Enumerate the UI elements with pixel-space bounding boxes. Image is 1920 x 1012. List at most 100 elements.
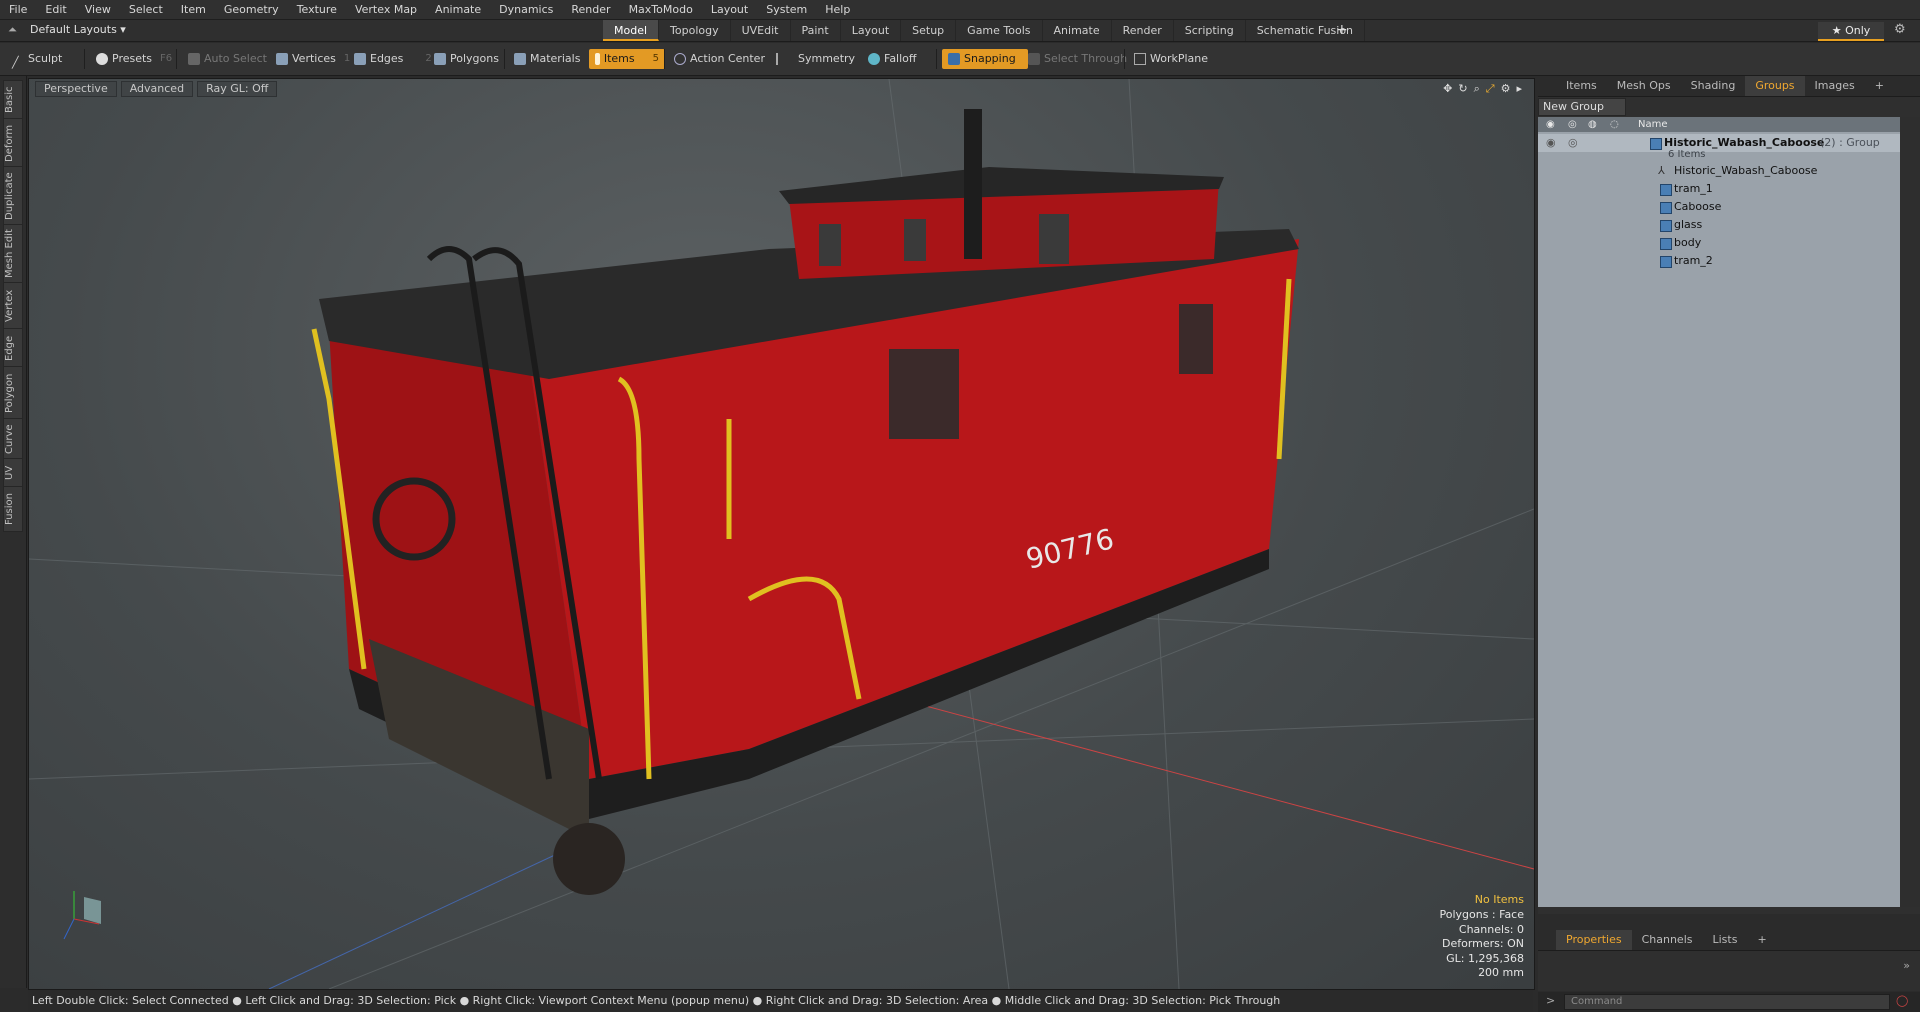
lock-column-icon[interactable]: ◎ bbox=[1568, 117, 1577, 132]
menu-select[interactable]: Select bbox=[120, 0, 172, 19]
add-tab-icon[interactable]: + bbox=[1336, 22, 1348, 38]
list-item-label: tram_1 bbox=[1674, 182, 1713, 195]
tab-paint[interactable]: Paint bbox=[791, 20, 841, 41]
shading-dropdown[interactable]: Advanced bbox=[120, 81, 194, 97]
vertices-button[interactable]: Vertices 1 bbox=[272, 49, 350, 69]
layout-collapse-icon[interactable]: ⏶ bbox=[8, 23, 17, 37]
presets-icon bbox=[96, 53, 108, 65]
tab-channels[interactable]: Channels bbox=[1632, 930, 1703, 950]
menu-file[interactable]: File bbox=[0, 0, 36, 19]
menu-dynamics[interactable]: Dynamics bbox=[490, 0, 562, 19]
layout-selector[interactable]: Default Layouts ▾ bbox=[30, 23, 126, 36]
presets-button[interactable]: Presets F6 bbox=[92, 49, 172, 69]
menu-help[interactable]: Help bbox=[816, 0, 859, 19]
view-type-dropdown[interactable]: Perspective bbox=[35, 81, 117, 97]
tab-animate[interactable]: Animate bbox=[1043, 20, 1112, 41]
tab-properties[interactable]: Properties bbox=[1556, 930, 1632, 950]
menu-vertex-map[interactable]: Vertex Map bbox=[346, 0, 426, 19]
tab-shading[interactable]: Shading bbox=[1681, 76, 1746, 96]
viewport-settings-icon[interactable]: ⚙ bbox=[1501, 82, 1511, 96]
expand-arrow-icon[interactable]: ▸ bbox=[1516, 82, 1522, 96]
items-button[interactable]: Items 5 bbox=[589, 49, 665, 69]
axis-gizmo-icon bbox=[63, 891, 101, 940]
list-item[interactable]: body bbox=[1538, 234, 1900, 252]
sculpt-button[interactable]: ╱ Sculpt bbox=[8, 49, 62, 69]
menu-edit[interactable]: Edit bbox=[36, 0, 75, 19]
tab-setup[interactable]: Setup bbox=[901, 20, 957, 41]
add-panel-tab-icon[interactable]: + bbox=[1865, 76, 1894, 96]
menu-animate[interactable]: Animate bbox=[426, 0, 490, 19]
expand-panel-icon[interactable]: » bbox=[1903, 959, 1910, 972]
snapping-button[interactable]: Snapping bbox=[942, 49, 1028, 69]
zoom-icon[interactable]: ⌕ bbox=[1474, 82, 1480, 96]
tab-render[interactable]: Render bbox=[1112, 20, 1174, 41]
falloff-icon bbox=[868, 53, 880, 65]
falloff-button[interactable]: Falloff bbox=[864, 49, 916, 69]
record-icon[interactable]: ◯ bbox=[1896, 994, 1908, 1007]
menu-system[interactable]: System bbox=[757, 0, 816, 19]
tab-uv[interactable]: UV bbox=[3, 458, 23, 488]
tab-lists[interactable]: Lists bbox=[1703, 930, 1748, 950]
command-input[interactable]: Command bbox=[1564, 994, 1890, 1010]
new-group-button[interactable]: New Group bbox=[1538, 98, 1626, 116]
list-item[interactable]: tram_1 bbox=[1538, 180, 1900, 198]
only-toggle-button[interactable]: ★ Only bbox=[1818, 22, 1884, 41]
rotate-icon[interactable]: ↻ bbox=[1458, 82, 1467, 96]
tab-layout[interactable]: Layout bbox=[841, 20, 902, 41]
list-item[interactable]: ⅄ Historic_Wabash_Caboose bbox=[1538, 162, 1900, 180]
fit-icon[interactable]: ⤢ bbox=[1486, 82, 1495, 96]
items-count: 5 bbox=[652, 53, 659, 64]
tab-images[interactable]: Images bbox=[1805, 76, 1865, 96]
materials-button[interactable]: Materials bbox=[510, 49, 580, 69]
raygl-toggle[interactable]: Ray GL: Off bbox=[197, 81, 278, 97]
tab-game-tools[interactable]: Game Tools bbox=[956, 20, 1043, 41]
add-props-tab-icon[interactable]: + bbox=[1747, 930, 1776, 950]
groups-list: ◉ ◎ ◍ ◌ Name ◉ ◎ Historic_Wabash_Caboose… bbox=[1538, 117, 1900, 907]
menu-geometry[interactable]: Geometry bbox=[215, 0, 288, 19]
tab-curve[interactable]: Curve bbox=[3, 418, 23, 460]
menu-texture[interactable]: Texture bbox=[288, 0, 346, 19]
tab-model[interactable]: Model bbox=[603, 20, 660, 41]
tab-groups[interactable]: Groups bbox=[1745, 76, 1805, 96]
tab-edge[interactable]: Edge bbox=[3, 328, 23, 368]
symmetry-button[interactable]: Symmetry bbox=[772, 49, 855, 69]
render-column-icon[interactable]: ◍ bbox=[1588, 117, 1597, 132]
tab-scripting[interactable]: Scripting bbox=[1174, 20, 1246, 41]
edges-button[interactable]: Edges 2 bbox=[350, 49, 432, 69]
tab-uvedit[interactable]: UVEdit bbox=[731, 20, 791, 41]
list-item[interactable]: Caboose bbox=[1538, 198, 1900, 216]
tab-duplicate[interactable]: Duplicate bbox=[3, 166, 23, 226]
menu-maxtomodo[interactable]: MaxToModo bbox=[620, 0, 702, 19]
list-item[interactable]: tram_2 bbox=[1538, 252, 1900, 270]
viewport-header: Perspective Advanced Ray GL: Off bbox=[35, 81, 278, 97]
menu-view[interactable]: View bbox=[76, 0, 120, 19]
vertices-icon bbox=[276, 53, 288, 65]
right-panel: Items Mesh Ops Shading Groups Images + N… bbox=[1538, 76, 1920, 914]
3d-viewport[interactable]: 90776 Perspective Advanced Ray GL: Off ✥… bbox=[28, 78, 1535, 990]
tab-polygon[interactable]: Polygon bbox=[3, 366, 23, 420]
gear-icon[interactable]: ⚙ bbox=[1894, 22, 1906, 37]
tab-deform[interactable]: Deform bbox=[3, 118, 23, 168]
tab-mesh-ops[interactable]: Mesh Ops bbox=[1607, 76, 1681, 96]
visibility-column-icon[interactable]: ◉ bbox=[1546, 117, 1555, 132]
workplane-button[interactable]: WorkPlane bbox=[1130, 49, 1208, 69]
pan-icon[interactable]: ✥ bbox=[1443, 82, 1452, 96]
tab-fusion[interactable]: Fusion bbox=[3, 486, 23, 532]
tab-items[interactable]: Items bbox=[1556, 76, 1607, 96]
menu-render[interactable]: Render bbox=[562, 0, 619, 19]
tab-vertex[interactable]: Vertex bbox=[3, 282, 23, 330]
action-center-button[interactable]: Action Center bbox=[670, 49, 765, 69]
select-through-button[interactable]: Select Through bbox=[1024, 49, 1127, 69]
vertical-scrollbar[interactable] bbox=[1900, 117, 1920, 907]
tab-topology[interactable]: Topology bbox=[659, 20, 731, 41]
list-item[interactable]: glass bbox=[1538, 216, 1900, 234]
tab-basic[interactable]: Basic bbox=[3, 80, 23, 120]
auto-select-button[interactable]: Auto Select bbox=[184, 49, 267, 69]
select-column-icon[interactable]: ◌ bbox=[1610, 117, 1619, 132]
tab-mesh-edit[interactable]: Mesh Edit bbox=[3, 224, 23, 284]
polygons-button[interactable]: Polygons bbox=[430, 49, 499, 69]
menu-layout[interactable]: Layout bbox=[702, 0, 757, 19]
presets-label: Presets bbox=[112, 52, 153, 65]
name-column-header[interactable]: Name bbox=[1638, 117, 1668, 132]
menu-item[interactable]: Item bbox=[172, 0, 215, 19]
